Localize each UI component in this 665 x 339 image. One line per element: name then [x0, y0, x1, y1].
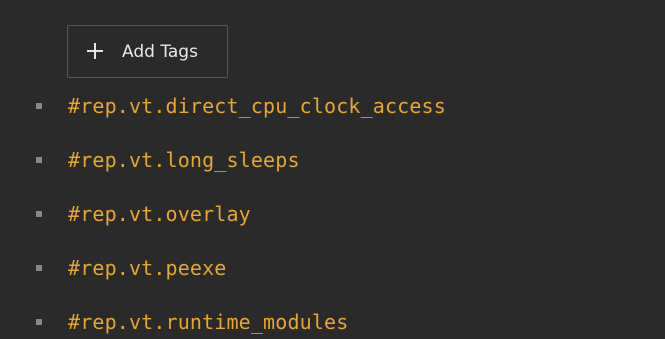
- tag-link-runtime-modules[interactable]: #rep.vt.runtime_modules: [68, 309, 348, 335]
- tag-list-item: #rep.vt.overlay: [0, 184, 665, 238]
- bullet-icon: [36, 319, 42, 325]
- tag-list: #rep.vt.direct_cpu_clock_access #rep.vt.…: [0, 76, 665, 339]
- plus-icon: [87, 43, 103, 59]
- bullet-icon: [36, 211, 42, 217]
- tag-list-item: #rep.vt.runtime_modules: [0, 292, 665, 339]
- tag-list-item: #rep.vt.long_sleeps: [0, 130, 665, 184]
- tag-link-overlay[interactable]: #rep.vt.overlay: [68, 201, 251, 227]
- tag-link-peexe[interactable]: #rep.vt.peexe: [68, 255, 226, 281]
- bullet-icon: [36, 157, 42, 163]
- add-tags-label: Add Tags: [122, 42, 198, 62]
- tags-panel: Add Tags #rep.vt.direct_cpu_clock_access…: [0, 0, 665, 339]
- bullet-icon: [36, 103, 42, 109]
- bullet-icon: [36, 265, 42, 271]
- tag-list-item: #rep.vt.peexe: [0, 238, 665, 292]
- tag-list-item: #rep.vt.direct_cpu_clock_access: [0, 76, 665, 130]
- add-tags-button[interactable]: Add Tags: [67, 25, 228, 78]
- tag-link-direct-cpu-clock-access[interactable]: #rep.vt.direct_cpu_clock_access: [68, 93, 446, 119]
- tag-link-long-sleeps[interactable]: #rep.vt.long_sleeps: [68, 147, 300, 173]
